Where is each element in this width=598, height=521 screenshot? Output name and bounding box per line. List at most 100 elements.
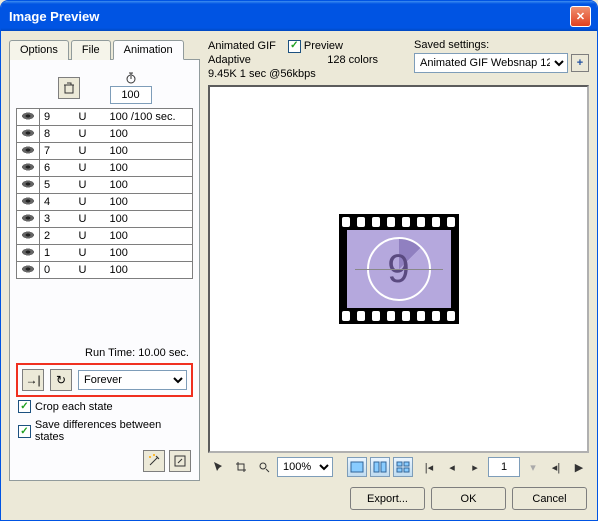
stopwatch-icon [125,72,137,84]
prev-frame-button[interactable]: ◂ [442,457,462,477]
frame-disposal: U [60,245,106,262]
frame-delay: 100 /100 sec. [106,109,193,126]
frame-number: 8 [40,126,60,143]
trash-icon [63,82,75,94]
frame-number: 2 [40,228,60,245]
loop-button[interactable]: ↻ [50,369,72,391]
view-4up-button[interactable] [393,457,413,477]
preview-canvas: 9 [208,85,589,453]
frame-delay: 100 [106,211,193,228]
pointer-tool[interactable] [208,457,228,477]
view-2-icon [373,461,387,473]
runtime-label: Run Time: 10.00 sec. [16,343,193,361]
view-1-icon [350,461,364,473]
tab-file[interactable]: File [71,40,111,60]
eye-icon [21,112,35,120]
frame-row[interactable]: 5U100 [17,177,193,194]
frame-disposal: U [60,160,106,177]
frame-row[interactable]: 0U100 [17,262,193,279]
eye-icon [21,231,35,239]
play-button[interactable]: ▶ [569,457,589,477]
pointer-icon [212,461,224,473]
frame-delay: 100 [106,160,193,177]
eye-icon [21,265,35,273]
loop-select[interactable]: Forever [78,370,187,390]
frame-number: 5 [40,177,60,194]
eye-icon [21,180,35,188]
eye-icon [21,214,35,222]
loop-controls: →| ↻ Forever [16,363,193,397]
play-prev-button[interactable]: ◂| [546,457,566,477]
frame-disposal: U [60,126,106,143]
ok-button[interactable]: OK [431,487,506,510]
first-frame-button[interactable]: |◂ [419,457,439,477]
frame-row[interactable]: 7U100 [17,143,193,160]
frame-row[interactable]: 6U100 [17,160,193,177]
frame-disposal: U [60,211,106,228]
diff-label: Save differences between states [35,419,191,443]
preview-toolbar: 100% |◂ ◂ ▸ ▾ ◂| ▶ [208,453,589,481]
frame-delay: 100 [106,177,193,194]
frame-row[interactable]: 9U100 /100 sec. [17,109,193,126]
frame-number: 4 [40,194,60,211]
delete-frame-button[interactable] [58,77,80,99]
frame-row[interactable]: 1U100 [17,245,193,262]
format-label: Animated GIF [208,39,276,53]
window-title: Image Preview [7,9,570,24]
frame-disposal: U [60,109,106,126]
titlebar[interactable]: Image Preview ✕ [1,1,597,31]
frame-row[interactable]: 3U100 [17,211,193,228]
preview-checkbox[interactable]: ✓ [288,40,301,53]
frame-row[interactable]: 2U100 [17,228,193,245]
stats-label: 9.45K 1 sec @56kbps [208,67,414,81]
frame-disposal: U [60,262,106,279]
frame-number: 6 [40,160,60,177]
frame-number: 1 [40,245,60,262]
zoom-tool[interactable] [254,457,274,477]
frame-delay-input[interactable] [110,86,152,104]
frame-number: 0 [40,262,60,279]
preview-label: Preview [304,39,343,53]
next-frame-button[interactable]: ▸ [465,457,485,477]
image-preview-dialog: Image Preview ✕ Options File Animation [0,0,598,521]
diff-checkbox[interactable]: ✓ [18,425,31,438]
add-setting-button[interactable]: + [571,54,589,72]
frame-number-input[interactable] [488,457,520,477]
close-button[interactable]: ✕ [570,6,591,27]
frame-row[interactable]: 4U100 [17,194,193,211]
tab-animation[interactable]: Animation [113,40,184,60]
wizard-button[interactable] [143,450,165,472]
frame-number: 3 [40,211,60,228]
pencil-icon [173,454,187,468]
view-2up-button[interactable] [370,457,390,477]
eye-icon [21,129,35,137]
crop-tool[interactable] [231,457,251,477]
tab-options[interactable]: Options [9,40,69,60]
frame-spinner[interactable]: ▾ [523,457,543,477]
view-1up-button[interactable] [347,457,367,477]
frame-delay: 100 [106,126,193,143]
saved-label: Saved settings: [414,39,589,51]
play-once-button[interactable]: →| [22,369,44,391]
film-preview: 9 [339,214,459,324]
export-button[interactable]: Export... [350,487,425,510]
eye-icon [21,248,35,256]
cancel-button[interactable]: Cancel [512,487,587,510]
frame-disposal: U [60,143,106,160]
edit-button[interactable] [169,450,191,472]
frame-delay: 100 [106,194,193,211]
frame-delay: 100 [106,143,193,160]
frame-table: 9U100 /100 sec.8U1007U1006U1005U1004U100… [16,108,193,279]
mode-label: Adaptive [208,53,251,67]
eye-icon [21,146,35,154]
crop-icon [235,461,247,473]
frame-number: 9 [40,109,60,126]
frame-number: 7 [40,143,60,160]
frame-delay: 100 [106,245,193,262]
crop-checkbox[interactable]: ✓ [18,400,31,413]
frame-disposal: U [60,194,106,211]
frame-row[interactable]: 8U100 [17,126,193,143]
frame-delay: 100 [106,262,193,279]
saved-settings-select[interactable]: Animated GIF Websnap 128 [414,53,568,73]
zoom-select[interactable]: 100% [277,457,333,477]
